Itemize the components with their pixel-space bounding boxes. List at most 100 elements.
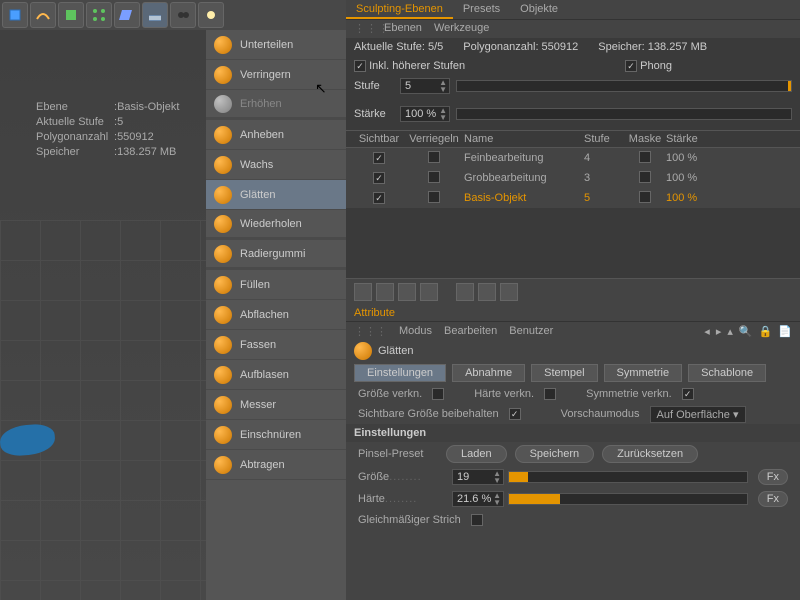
- flatten-icon[interactable]: [478, 283, 496, 301]
- strength-row: Stärke 100 %▲▼: [346, 104, 800, 124]
- mask-checkbox[interactable]: [639, 151, 651, 163]
- grip-icon[interactable]: ⋮⋮⋮: [354, 325, 387, 338]
- size-row: Größe........ 19▲▼ Fx: [346, 466, 800, 488]
- light-icon[interactable]: [198, 2, 224, 28]
- spline-icon[interactable]: [30, 2, 56, 28]
- subtab-werkzeuge[interactable]: Werkzeuge: [434, 22, 489, 36]
- layer-row[interactable]: ✓ Feinbearbeitung4 100 %: [346, 148, 800, 168]
- layer-actions: [346, 278, 800, 304]
- camera-icon[interactable]: [170, 2, 196, 28]
- main-tabs: Sculpting-Ebenen Presets Objekte: [346, 0, 800, 20]
- mask-checkbox[interactable]: [639, 171, 651, 183]
- add-folder-icon[interactable]: [376, 283, 394, 301]
- visible-size-checkbox[interactable]: ✓: [509, 408, 521, 420]
- array-icon[interactable]: [86, 2, 112, 28]
- tab-symmetrie[interactable]: Symmetrie: [604, 364, 683, 382]
- tab-abnahme[interactable]: Abnahme: [452, 364, 525, 382]
- size-fx-button[interactable]: Fx: [758, 469, 788, 485]
- vis-checkbox[interactable]: ✓: [373, 192, 385, 204]
- tab-schablone[interactable]: Schablone: [688, 364, 766, 382]
- menu-bearbeiten[interactable]: Bearbeiten: [444, 325, 497, 337]
- sym-link-checkbox[interactable]: ✓: [682, 388, 694, 400]
- tool-fassen[interactable]: Fassen: [206, 330, 346, 360]
- add-layer-icon[interactable]: [354, 283, 372, 301]
- layer-row[interactable]: ✓ Basis-Objekt5 100 %: [346, 188, 800, 208]
- strength-input[interactable]: 100 %▲▼: [400, 106, 450, 122]
- tool-wiederholen[interactable]: Wiederholen: [206, 210, 346, 240]
- tool-anheben[interactable]: Anheben: [206, 120, 346, 150]
- floor-icon[interactable]: [142, 2, 168, 28]
- cube-icon[interactable]: [2, 2, 28, 28]
- deformer-icon[interactable]: [114, 2, 140, 28]
- reset-button[interactable]: Zurücksetzen: [602, 445, 698, 463]
- level-slider[interactable]: [456, 80, 792, 92]
- tool-einschnueren[interactable]: Einschnüren: [206, 420, 346, 450]
- link-checks: Größe verkn. Härte verkn. Symmetrie verk…: [346, 384, 800, 404]
- info-overlay: Ebene: Basis-Objekt Aktuelle Stufe: 5 Po…: [36, 100, 179, 160]
- nurbs-icon[interactable]: [58, 2, 84, 28]
- tab-objekte[interactable]: Objekte: [510, 0, 568, 19]
- status-row: Aktuelle Stufe: 5/5 Polygonanzahl: 55091…: [346, 38, 800, 56]
- lock-icon[interactable]: 🔒: [759, 325, 773, 338]
- preview-mode-dropdown[interactable]: Auf Oberfläche ▾: [650, 406, 746, 423]
- tab-presets[interactable]: Presets: [453, 0, 510, 19]
- tool-messer[interactable]: Messer: [206, 390, 346, 420]
- layer-row[interactable]: ✓ Grobbearbeitung3 100 %: [346, 168, 800, 188]
- merge-icon[interactable]: [456, 283, 474, 301]
- subtab-ebenen[interactable]: Ebenen: [384, 22, 422, 36]
- hardness-fx-button[interactable]: Fx: [758, 491, 788, 507]
- layer-table-header: SichtbarVerriegelnNameStufeMaskeStärke: [346, 130, 800, 148]
- attr-menu: ⋮⋮⋮ Modus Bearbeiten Benutzer ◂ ▸ ▴ 🔍 🔒 …: [346, 322, 800, 340]
- size-input[interactable]: 19▲▼: [452, 469, 504, 485]
- nav-back-icon[interactable]: ◂: [704, 325, 710, 338]
- size-slider[interactable]: [508, 471, 748, 483]
- phong-checkbox[interactable]: ✓: [625, 60, 637, 72]
- menu-benutzer[interactable]: Benutzer: [509, 325, 553, 337]
- search-icon[interactable]: 🔍: [739, 325, 753, 338]
- tab-stempel[interactable]: Stempel: [531, 364, 597, 382]
- save-button[interactable]: Speichern: [515, 445, 595, 463]
- grip-icon[interactable]: ⋮⋮⋮: [354, 22, 372, 36]
- lock-checkbox[interactable]: [428, 171, 440, 183]
- stroke-checkbox[interactable]: [471, 514, 483, 526]
- nav-up-icon[interactable]: ▴: [727, 325, 733, 338]
- vis-checkbox[interactable]: ✓: [373, 172, 385, 184]
- copy-layer-icon[interactable]: [420, 283, 438, 301]
- size-link-checkbox[interactable]: [432, 388, 444, 400]
- check-row: ✓ Inkl. höherer Stufen ✓ Phong: [346, 56, 800, 76]
- new-icon[interactable]: 📄: [778, 325, 792, 338]
- tool-fuellen[interactable]: Füllen: [206, 270, 346, 300]
- menu-modus[interactable]: Modus: [399, 325, 432, 337]
- delete-layer-icon[interactable]: [398, 283, 416, 301]
- lock-checkbox[interactable]: [428, 191, 440, 203]
- preset-row: Pinsel-Preset Laden Speichern Zurücksetz…: [346, 442, 800, 466]
- tool-unterteilen[interactable]: Unterteilen: [206, 30, 346, 60]
- level-input[interactable]: 5▲▼: [400, 78, 450, 94]
- lock-checkbox[interactable]: [428, 151, 440, 163]
- misc-icon[interactable]: [500, 283, 518, 301]
- top-toolbar: [0, 0, 350, 30]
- mask-checkbox[interactable]: [639, 191, 651, 203]
- right-panel: Sculpting-Ebenen Presets Objekte ⋮⋮⋮ Ebe…: [346, 0, 800, 600]
- sculpt-tool-list: Unterteilen Verringern Erhöhen Anheben W…: [206, 30, 346, 600]
- hardness-input[interactable]: 21.6 %▲▼: [452, 491, 504, 507]
- tool-glaetten[interactable]: Glätten: [206, 180, 346, 210]
- inkl-checkbox[interactable]: ✓: [354, 60, 366, 72]
- attr-tabs: Einstellungen Abnahme Stempel Symmetrie …: [346, 362, 800, 384]
- preview-checks: Sichtbare Größe beibehalten✓ Vorschaumod…: [346, 404, 800, 424]
- tool-abflachen[interactable]: Abflachen: [206, 300, 346, 330]
- viewport[interactable]: Ebene: Basis-Objekt Aktuelle Stufe: 5 Po…: [0, 30, 206, 600]
- vis-checkbox[interactable]: ✓: [373, 152, 385, 164]
- glaetten-icon: [354, 342, 372, 360]
- hard-link-checkbox[interactable]: [544, 388, 556, 400]
- tool-wachs[interactable]: Wachs: [206, 150, 346, 180]
- tool-radiergummi[interactable]: Radiergummi: [206, 240, 346, 270]
- tab-einstellungen[interactable]: Einstellungen: [354, 364, 446, 382]
- strength-slider[interactable]: [456, 108, 792, 120]
- hardness-slider[interactable]: [508, 493, 748, 505]
- nav-fwd-icon[interactable]: ▸: [716, 325, 722, 338]
- load-button[interactable]: Laden: [446, 445, 507, 463]
- tool-abtragen[interactable]: Abtragen: [206, 450, 346, 480]
- tab-sculpting-ebenen[interactable]: Sculpting-Ebenen: [346, 0, 453, 19]
- tool-aufblasen[interactable]: Aufblasen: [206, 360, 346, 390]
